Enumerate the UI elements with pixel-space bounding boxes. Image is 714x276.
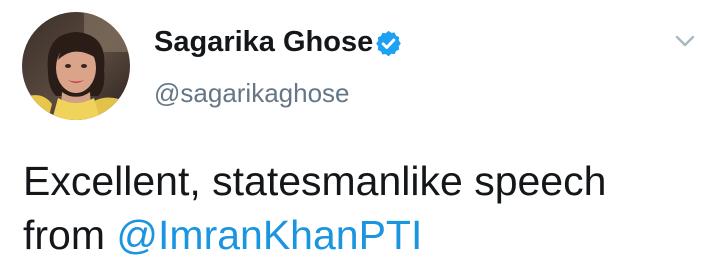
author-handle[interactable]: @sagarikaghose xyxy=(154,76,350,110)
mention-link[interactable]: @ImranKhanPTI xyxy=(116,212,422,258)
avatar[interactable] xyxy=(22,12,130,120)
tweet-card: Sagarika Ghose @sagarikaghose Excellent,… xyxy=(0,0,714,276)
avatar-photo xyxy=(22,12,130,120)
chevron-down-icon[interactable] xyxy=(672,30,698,52)
tweet-text-line-1: Excellent, statesmanlike speech xyxy=(23,158,607,204)
tweet-text-prefix: from xyxy=(23,212,117,258)
verified-badge-icon xyxy=(374,29,403,58)
author-display-name[interactable]: Sagarika Ghose xyxy=(154,24,373,60)
tweet-text-line-2: from @ImranKhanPTI xyxy=(23,208,693,262)
tweet-text: Excellent, statesmanlike speech from @Im… xyxy=(23,154,693,262)
